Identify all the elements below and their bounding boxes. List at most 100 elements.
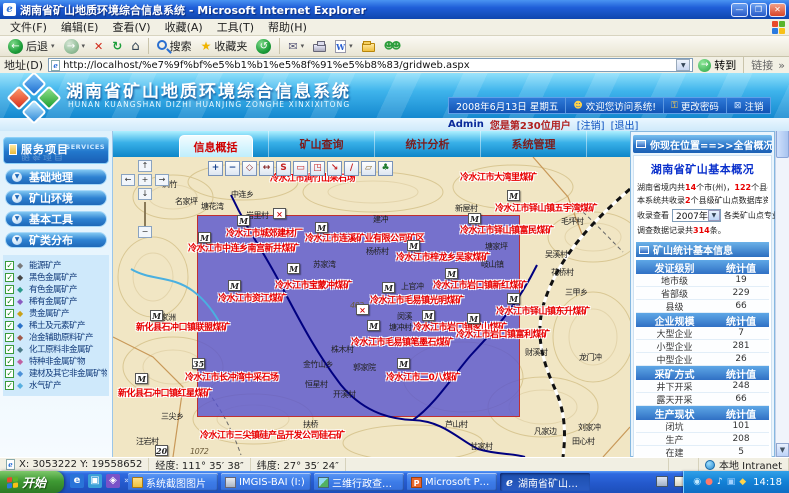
mine-marker[interactable]: M xyxy=(135,373,148,384)
select-rect-tool[interactable]: ▭ xyxy=(293,161,308,176)
zoom-slider-track[interactable] xyxy=(144,202,146,228)
menu-item[interactable]: 收藏(A) xyxy=(158,18,210,36)
mine-label[interactable]: 冷水江市梓龙乡吴家煤矿 xyxy=(396,250,490,263)
search-button[interactable]: 搜索 xyxy=(154,37,195,56)
mine-marker[interactable]: M xyxy=(397,358,410,369)
taskbar-button[interactable]: IMGIS-BAI (I:) xyxy=(221,473,311,491)
mail-button[interactable]: ✉▾ xyxy=(285,37,307,56)
layer-item[interactable]: ✓◆稀有金属矿产 xyxy=(5,295,107,307)
clear-select-tool[interactable]: ◳ xyxy=(310,161,325,176)
mine-label[interactable]: 冷水江市宝蒙冲煤矿 xyxy=(275,278,352,291)
mine-label[interactable]: 冷水江市长冲湾中采石场 xyxy=(185,370,279,383)
pan-tool[interactable]: ◇ xyxy=(242,161,257,176)
taskbar-printer-icon[interactable] xyxy=(656,476,668,487)
folders-button[interactable] xyxy=(359,37,378,56)
select-circle-tool[interactable]: S xyxy=(276,161,291,176)
mine-marker[interactable]: M xyxy=(407,240,420,251)
mine-label[interactable]: 冷水江市毛易镇光明煤矿 xyxy=(370,293,464,306)
pan-down-button[interactable]: ↓ xyxy=(138,188,152,200)
mine-marker[interactable]: M xyxy=(237,215,250,226)
tab-item[interactable]: 统计分析 xyxy=(375,131,481,157)
pan-up-button[interactable]: ↑ xyxy=(138,160,152,172)
mine-marker[interactable]: 35 xyxy=(192,358,205,369)
zoom-slider-button[interactable]: − xyxy=(138,226,152,238)
signout-link[interactable]: [注销] xyxy=(577,117,605,132)
mine-marker[interactable]: M xyxy=(382,282,395,293)
layer-item[interactable]: ✓◆特种非金属矿物 xyxy=(5,355,107,367)
legend-tree-tool[interactable]: ♣ xyxy=(378,161,393,176)
layer-checkbox[interactable]: ✓ xyxy=(5,333,14,342)
menu-item[interactable]: 文件(F) xyxy=(3,18,54,36)
layer-checkbox[interactable]: ✓ xyxy=(5,285,14,294)
favorites-button[interactable]: ★ 收藏夹 xyxy=(198,37,251,56)
edit-dropdown-icon[interactable]: ▾ xyxy=(349,42,353,50)
mine-label[interactable]: 冷水江市铎山镇东升煤矿 xyxy=(496,304,590,317)
start-button[interactable]: 开始 xyxy=(0,471,64,493)
zoom-in-tool[interactable]: + xyxy=(208,161,223,176)
address-input[interactable]: e http://localhost/%e7%9f%bf%e5%b1%b1%e5… xyxy=(48,58,693,72)
tray-network-icon[interactable]: ◉ xyxy=(693,478,701,487)
layer-checkbox[interactable]: ✓ xyxy=(5,309,14,318)
layer-checkbox[interactable]: ✓ xyxy=(5,321,14,330)
tray-volume-icon[interactable]: ♪ xyxy=(717,478,723,487)
layer-checkbox[interactable]: ✓ xyxy=(5,345,14,354)
mine-label[interactable]: 冷水江市大湾里煤矿 xyxy=(460,170,537,183)
layer-item[interactable]: ✓◆有色金属矿产 xyxy=(5,283,107,295)
layer-item[interactable]: ✓◆化工原料非金属矿 xyxy=(5,343,107,355)
layer-item[interactable]: ✓◆冶金辅助原料矿产 xyxy=(5,331,107,343)
menu-item[interactable]: 帮助(H) xyxy=(261,18,314,36)
layer-item[interactable]: ✓◆黑色金属矿产 xyxy=(5,271,107,283)
layer-item[interactable]: ✓◆稀土及元素矿产 xyxy=(5,319,107,331)
mine-label[interactable]: 冷水江市资江煤矿 xyxy=(218,291,286,304)
mine-marker[interactable]: M xyxy=(507,190,520,201)
mine-marker[interactable]: M xyxy=(287,263,300,274)
quicklaunch-desktop-icon[interactable]: ▣ xyxy=(88,474,102,488)
mine-marker[interactable]: M xyxy=(422,310,435,321)
mine-label[interactable]: 冷水江市岩口镇富利煤矿 xyxy=(456,327,550,340)
mine-marker[interactable]: M xyxy=(445,268,458,279)
scroll-down-icon[interactable]: ▼ xyxy=(776,443,789,457)
refresh-button[interactable]: ↻ xyxy=(109,37,125,56)
quicklaunch-media-icon[interactable]: ◈ xyxy=(106,474,120,488)
mail-dropdown-icon[interactable]: ▾ xyxy=(301,42,305,50)
menu-item[interactable]: 工具(T) xyxy=(210,18,261,36)
mine-marker[interactable]: M xyxy=(467,313,480,324)
mine-label[interactable]: 新化县石冲口镇红星煤矿 xyxy=(118,386,212,399)
edit-word-button[interactable]: W▾ xyxy=(332,37,356,56)
mine-marker[interactable]: M xyxy=(228,280,241,291)
logout-link[interactable]: ⊠注销 xyxy=(727,98,771,113)
mine-marker[interactable]: 20 xyxy=(155,445,168,456)
layer-item[interactable]: ✓◆水气矿产 xyxy=(5,379,107,391)
close-button[interactable]: ✕ xyxy=(769,3,786,17)
mine-label[interactable]: 冷水江市铎山镇富民煤矿 xyxy=(460,223,554,236)
menu-item[interactable]: 查看(V) xyxy=(105,18,157,36)
print-button[interactable] xyxy=(310,37,329,56)
mine-marker[interactable]: M xyxy=(468,213,481,224)
address-dropdown-icon[interactable]: ▼ xyxy=(676,59,690,71)
tray-display-icon[interactable]: ▣ xyxy=(727,478,736,487)
pan-center-button[interactable]: + xyxy=(138,174,152,186)
pan-right-button[interactable]: → xyxy=(155,174,169,186)
maximize-button[interactable]: ❐ xyxy=(750,3,767,17)
sidebar-button[interactable]: ▼基础地理 xyxy=(5,169,107,185)
forward-dropdown-icon[interactable]: ▾ xyxy=(82,42,86,50)
mine-label[interactable]: 冷水江市城郊建材厂 xyxy=(226,226,303,239)
mine-marker[interactable]: M xyxy=(367,320,380,331)
sidebar-button[interactable]: ▼矿类分布 xyxy=(5,232,107,248)
back-button[interactable]: ← 后退 ▾ xyxy=(5,37,58,56)
change-password-link[interactable]: ⚿更改密码 xyxy=(664,98,727,113)
minimize-button[interactable]: — xyxy=(731,3,748,17)
mine-marker[interactable]: × xyxy=(356,304,369,315)
messenger-button[interactable]: ☻☻ xyxy=(381,37,402,56)
stop-button[interactable]: ✕ xyxy=(91,37,106,56)
layer-checkbox[interactable]: ✓ xyxy=(5,261,14,270)
mine-label[interactable]: 新化县石冲口镇联盟煤矿 xyxy=(136,320,230,333)
year-select[interactable]: 2007年 ▼ xyxy=(672,209,721,222)
menu-item[interactable]: 编辑(E) xyxy=(54,18,106,36)
draw-line-tool[interactable]: ∕ xyxy=(344,161,359,176)
forward-button[interactable]: → ▾ xyxy=(61,37,89,56)
layer-item[interactable]: ✓◆贵金属矿产 xyxy=(5,307,107,319)
tab-item[interactable]: 系统管理 xyxy=(481,131,587,157)
layer-checkbox[interactable]: ✓ xyxy=(5,297,14,306)
layer-checkbox[interactable]: ✓ xyxy=(5,381,14,390)
